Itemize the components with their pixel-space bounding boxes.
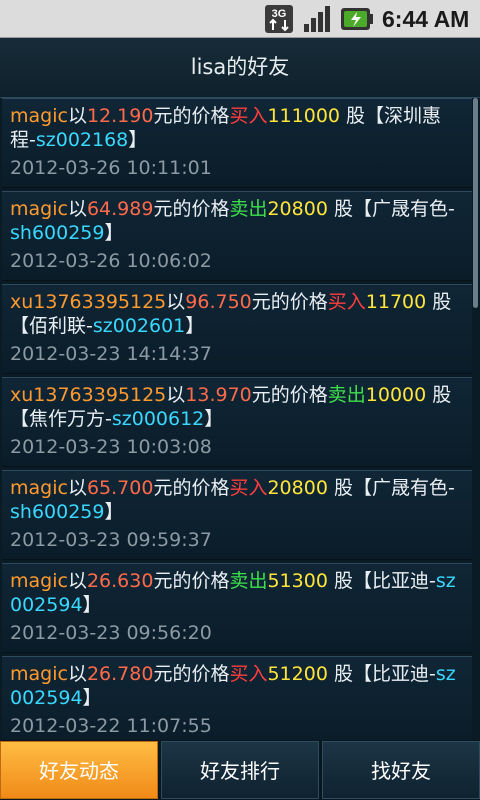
connector-text: 以 — [67, 198, 87, 220]
user-name: xu13763395125 — [10, 291, 167, 313]
battery-charging-icon — [341, 8, 373, 30]
price-suffix: 元的价格 — [153, 663, 230, 685]
activity-timestamp: 2012-03-23 10:03:08 — [10, 436, 212, 458]
trade-quantity: 111000 — [267, 105, 340, 127]
trade-price: 26.630 — [86, 570, 154, 592]
network-label: 3G — [272, 8, 287, 20]
connector-text: 以 — [67, 477, 87, 499]
3g-data-icon: 3G — [265, 5, 293, 33]
stock-name: 股【比亚迪- — [327, 663, 436, 685]
trade-quantity: 51200 — [267, 663, 328, 685]
user-name: magic — [10, 198, 68, 220]
trade-action: 买入 — [327, 291, 366, 313]
stock-code: sz002601 — [92, 315, 186, 337]
activity-timestamp: 2012-03-22 11:07:55 — [10, 715, 212, 737]
list-item[interactable]: xu13763395125以96.750元的价格买入11700 股【佰利联-sz… — [2, 284, 472, 374]
status-bar: 3G 6:44 AM — [0, 0, 480, 38]
trade-price: 13.970 — [185, 384, 252, 406]
price-suffix: 元的价格 — [153, 477, 230, 499]
trade-quantity: 11700 — [365, 291, 427, 313]
price-suffix: 元的价格 — [153, 105, 230, 127]
friend-activity-list[interactable]: magic以12.190元的价格买入111000 股【深圳惠程-sz002168… — [0, 98, 480, 740]
connector-text: 以 — [67, 663, 87, 685]
list-item[interactable]: magic以65.700元的价格买入20800 股【广晟有色-sh600259】… — [2, 470, 472, 560]
trade-quantity: 20800 — [267, 477, 328, 499]
closing-bracket: 】 — [104, 222, 124, 244]
stock-name: 股【比亚迪- — [327, 570, 436, 592]
price-suffix: 元的价格 — [153, 570, 230, 592]
connector-text: 以 — [166, 384, 186, 406]
trade-action: 买入 — [229, 663, 268, 685]
price-suffix: 元的价格 — [251, 384, 328, 406]
closing-bracket: 】 — [82, 687, 102, 709]
list-item[interactable]: magic以12.190元的价格买入111000 股【深圳惠程-sz002168… — [2, 98, 472, 188]
list-item[interactable]: magic以26.780元的价格买入51200 股【比亚迪-sz002594】 2… — [2, 656, 472, 740]
activity-message: xu13763395125以13.970元的价格卖出10000 股【焦作万方-s… — [10, 383, 464, 433]
status-time: 6:44 AM — [382, 6, 470, 32]
stock-code: sz000612 — [111, 408, 205, 430]
closing-bracket: 】 — [185, 315, 205, 337]
activity-timestamp: 2012-03-26 10:06:02 — [10, 250, 212, 272]
closing-bracket: 】 — [204, 408, 224, 430]
activity-timestamp: 2012-03-23 09:56:20 — [10, 622, 212, 644]
activity-message: xu13763395125以96.750元的价格买入11700 股【佰利联-sz… — [10, 290, 464, 340]
bottom-tab-bar: 好友动态 好友排行 找好友 — [0, 740, 480, 800]
price-suffix: 元的价格 — [251, 291, 328, 313]
trade-price: 96.750 — [185, 291, 252, 313]
stock-code: sh600259 — [10, 501, 105, 523]
signal-strength-icon — [304, 6, 330, 32]
user-name: magic — [10, 477, 68, 499]
page-title: lisa的好友 — [190, 55, 290, 79]
user-name: magic — [10, 663, 68, 685]
trade-price: 65.700 — [86, 477, 154, 499]
activity-message: magic以26.630元的价格卖出51300 股【比亚迪-sz002594】 — [10, 569, 464, 619]
trade-action: 卖出 — [327, 384, 366, 406]
list-item[interactable]: magic以26.630元的价格卖出51300 股【比亚迪-sz002594】 2… — [2, 563, 472, 653]
trade-price: 64.989 — [86, 198, 154, 220]
title-bar: lisa的好友 — [0, 38, 480, 98]
trade-price: 26.780 — [86, 663, 154, 685]
stock-code: sz002168 — [35, 129, 129, 151]
activity-message: magic以64.989元的价格卖出20800 股【广晟有色-sh600259】 — [10, 197, 464, 247]
trade-price: 12.190 — [86, 105, 154, 127]
user-name: magic — [10, 570, 68, 592]
scrollbar[interactable] — [473, 98, 478, 308]
trade-action: 卖出 — [229, 570, 268, 592]
trade-quantity: 10000 — [365, 384, 427, 406]
closing-bracket: 】 — [104, 501, 124, 523]
tab-find-friends[interactable]: 找好友 — [322, 741, 480, 799]
closing-bracket: 】 — [128, 129, 148, 151]
stock-code: sh600259 — [10, 222, 105, 244]
activity-timestamp: 2012-03-23 09:59:37 — [10, 529, 212, 551]
activity-timestamp: 2012-03-23 14:14:37 — [10, 343, 212, 365]
closing-bracket: 】 — [82, 594, 102, 616]
trade-action: 买入 — [229, 105, 268, 127]
trade-quantity: 20800 — [267, 198, 328, 220]
connector-text: 以 — [166, 291, 186, 313]
user-name: magic — [10, 105, 68, 127]
activity-timestamp: 2012-03-26 10:11:01 — [10, 157, 212, 179]
price-suffix: 元的价格 — [153, 198, 230, 220]
activity-message: magic以12.190元的价格买入111000 股【深圳惠程-sz002168… — [10, 104, 464, 154]
tab-friend-ranking[interactable]: 好友排行 — [161, 741, 319, 799]
trade-action: 卖出 — [229, 198, 268, 220]
activity-message: magic以26.780元的价格买入51200 股【比亚迪-sz002594】 — [10, 662, 464, 712]
connector-text: 以 — [67, 570, 87, 592]
stock-name: 股【广晟有色- — [327, 198, 455, 220]
trade-action: 买入 — [229, 477, 268, 499]
tab-friend-activity[interactable]: 好友动态 — [0, 741, 158, 799]
trade-quantity: 51300 — [267, 570, 328, 592]
connector-text: 以 — [67, 105, 87, 127]
list-item[interactable]: xu13763395125以13.970元的价格卖出10000 股【焦作万方-s… — [2, 377, 472, 467]
list-item[interactable]: magic以64.989元的价格卖出20800 股【广晟有色-sh600259】… — [2, 191, 472, 281]
activity-message: magic以65.700元的价格买入20800 股【广晟有色-sh600259】 — [10, 476, 464, 526]
user-name: xu13763395125 — [10, 384, 167, 406]
stock-name: 股【广晟有色- — [327, 477, 455, 499]
